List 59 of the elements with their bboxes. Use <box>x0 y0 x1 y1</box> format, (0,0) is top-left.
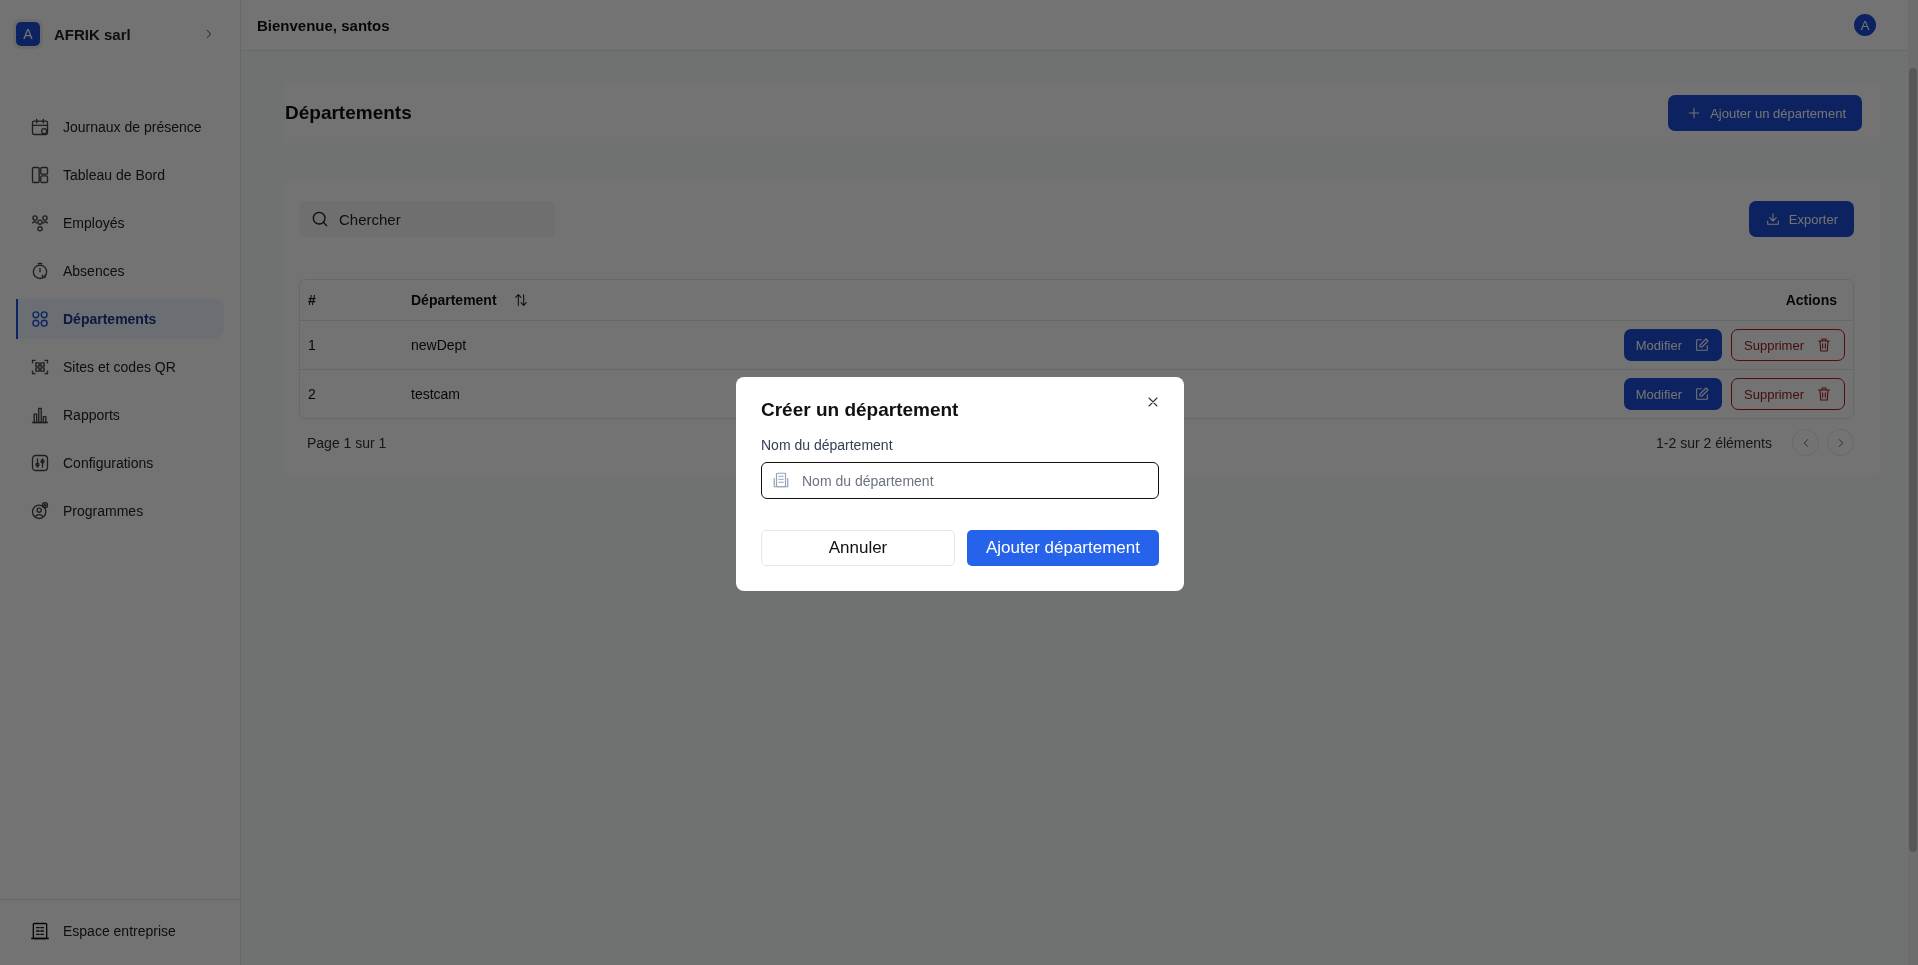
column-header[interactable]: Département <box>411 292 497 308</box>
edit-button[interactable]: Modifier <box>1623 329 1723 361</box>
scrollbar[interactable] <box>1908 0 1918 965</box>
trash-icon <box>1816 337 1832 353</box>
edit-icon <box>1694 386 1711 402</box>
user-plus-icon <box>30 501 50 521</box>
sidebar-item[interactable]: Configurations <box>16 443 224 483</box>
sidebar-item[interactable]: Sites et codes QR <box>16 347 224 387</box>
sidebar-item[interactable]: Journaux de présence <box>16 107 224 147</box>
scrollbar-thumb[interactable] <box>1909 68 1917 852</box>
user-avatar[interactable]: A <box>1854 14 1876 36</box>
page-info: Page 1 sur 1 <box>307 434 387 451</box>
search-icon <box>310 209 330 229</box>
submit-button[interactable]: Ajouter département <box>967 530 1159 566</box>
dialog-title: Créer un département <box>761 399 959 421</box>
bar-chart-icon <box>30 405 50 425</box>
trash-icon <box>1816 386 1832 402</box>
page-title: Départements <box>285 102 412 124</box>
edit-icon <box>1694 337 1711 353</box>
building-icon <box>772 471 790 489</box>
sidebar-item[interactable]: Tableau de Bord <box>16 155 224 195</box>
department-name-field[interactable]: Nom du département <box>761 462 1159 499</box>
sidebar-item[interactable]: Absences <box>16 251 224 291</box>
calendar-icon <box>30 117 50 137</box>
table-cell: testcam <box>411 386 460 402</box>
item-range: 1-2 sur 2 éléments <box>1656 434 1772 451</box>
sidebar-item[interactable]: Rapports <box>16 395 224 435</box>
field-label: Nom du département <box>761 437 894 453</box>
column-header: # <box>308 292 316 308</box>
stopwatch-icon <box>30 261 50 281</box>
search-field[interactable]: Chercher <box>299 201 555 237</box>
table-cell: 2 <box>308 386 316 402</box>
delete-button[interactable]: Supprimer <box>1731 378 1845 410</box>
company-switcher[interactable]: A AFRIK sarl <box>16 14 224 54</box>
add-department-button[interactable]: Ajouter un département <box>1668 95 1862 131</box>
previous-page-button[interactable] <box>1792 429 1819 456</box>
layout-icon <box>30 165 50 185</box>
table-cell: newDept <box>411 337 467 353</box>
sidebar-item[interactable]: Programmes <box>16 491 224 531</box>
export-button[interactable]: Exporter <box>1748 201 1854 237</box>
building-icon <box>30 921 50 941</box>
sliders-icon <box>30 453 50 473</box>
delete-button[interactable]: Supprimer <box>1731 329 1845 361</box>
people-icon <box>30 213 50 233</box>
table-cell: 1 <box>308 337 316 353</box>
column-header: Actions <box>1785 292 1837 308</box>
grid-icon <box>30 309 50 329</box>
cancel-button[interactable]: Annuler <box>761 530 955 566</box>
edit-button[interactable]: Modifier <box>1623 378 1723 410</box>
company-name: AFRIK sarl <box>54 25 132 43</box>
sidebar-item[interactable]: Départements <box>16 299 224 339</box>
sort-icon <box>512 292 529 308</box>
sidebar-item[interactable]: Employés <box>16 203 224 243</box>
qr-code-icon <box>30 357 50 377</box>
welcome-text: Bienvenue, santos <box>257 16 390 34</box>
sidebar-item[interactable]: Espace entreprise <box>16 911 224 951</box>
download-icon <box>1764 211 1781 227</box>
next-page-button[interactable] <box>1827 429 1854 456</box>
company-logo: A <box>16 22 40 46</box>
